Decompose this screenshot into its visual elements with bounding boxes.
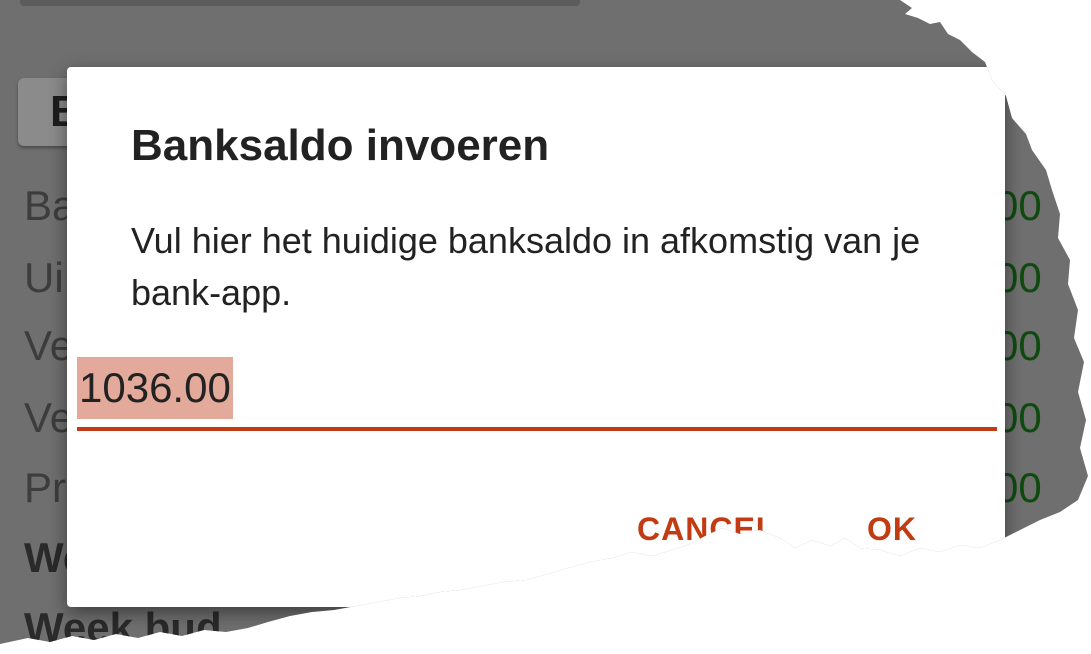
cancel-button[interactable]: CANCEL xyxy=(637,511,776,548)
background-row-label: Ui xyxy=(24,254,64,301)
ok-button[interactable]: OK xyxy=(867,511,917,548)
background-row-label: Ve xyxy=(24,322,74,369)
dialog-message: Vul hier het huidige banksaldo in afkoms… xyxy=(131,220,921,313)
dialog-title: Banksaldo invoeren xyxy=(131,121,550,170)
dialog-buttons: CANCEL OK xyxy=(67,497,1005,557)
amount-field-underline xyxy=(77,427,997,431)
background-row-label: Pr xyxy=(24,464,66,511)
bank-balance-dialog: Banksaldo invoeren Vul hier het huidige … xyxy=(67,67,1005,607)
amount-selected-text[interactable]: 1036.00 xyxy=(77,357,233,419)
background-toolbar xyxy=(20,0,580,6)
amount-field[interactable]: 1036.00 xyxy=(77,355,997,433)
background-row-label: Week bud xyxy=(24,604,222,651)
background-row-label: Ve xyxy=(24,394,74,441)
torn-screenshot: B Ba 00 Ui 00 Ve 00 Ve 00 Pr 00 We Week … xyxy=(0,0,1088,651)
